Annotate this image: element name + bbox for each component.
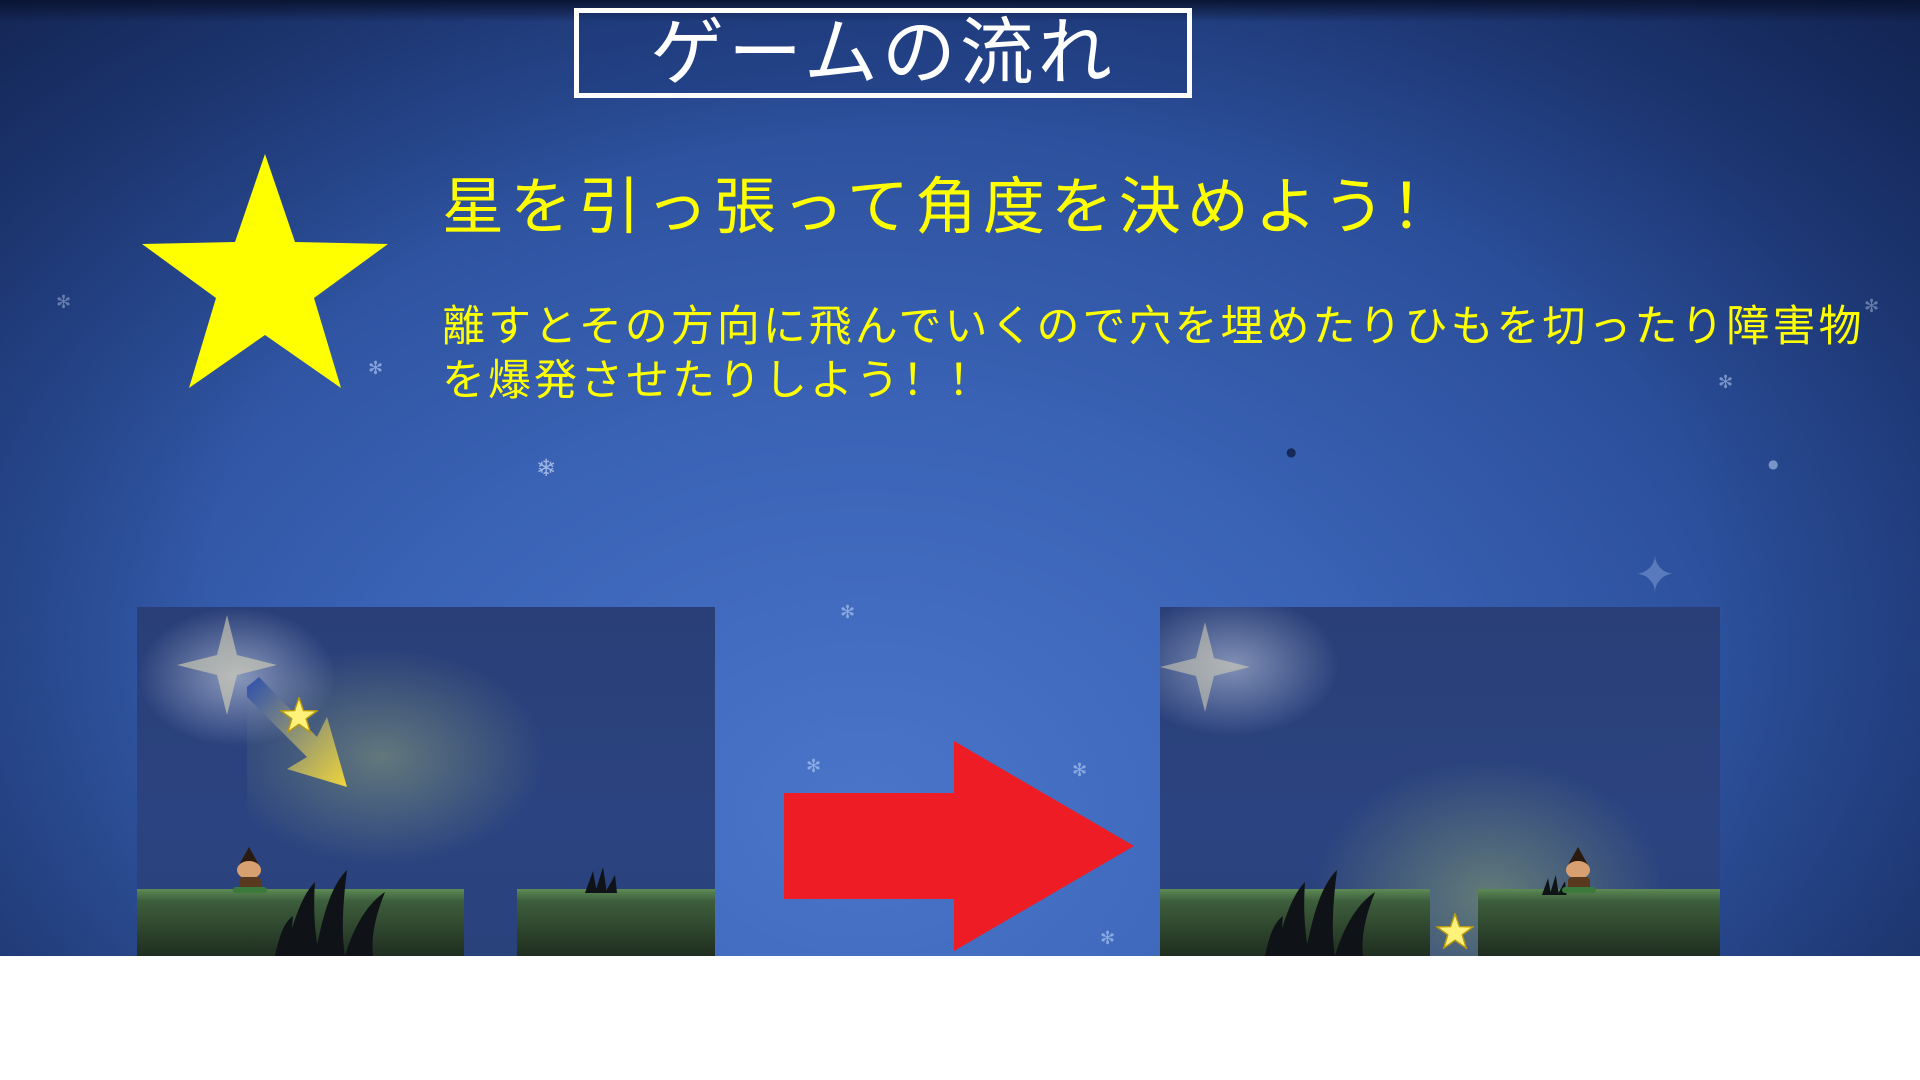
star-icon	[1436, 913, 1474, 949]
grass-silhouette	[1265, 870, 1375, 956]
witch-character	[233, 847, 267, 895]
gameplay-screenshot-before	[137, 607, 715, 956]
instruction-description: 離すとその方向に飛んでいくので穴を埋めたりひもを切ったり障害物を爆発させたりしよ…	[442, 302, 1865, 406]
sparkle-icon: ✦	[1634, 546, 1676, 604]
instruction-heading: 星を引っ張って角度を決めよう！	[442, 170, 1459, 243]
ground-platform	[517, 889, 715, 956]
sparkle-icon: ✻	[840, 602, 856, 623]
gameplay-screenshot-after	[1160, 607, 1720, 956]
ground-platform	[1478, 889, 1720, 956]
sparkle-icon: ✻	[56, 292, 72, 313]
sparkle-icon: ●	[1768, 457, 1779, 471]
sparkle-icon: ❄	[536, 454, 557, 482]
witch-character	[1562, 847, 1596, 895]
grass-silhouette	[585, 867, 617, 893]
star-icon	[142, 154, 388, 388]
title-box: ゲームの流れ	[574, 8, 1192, 98]
page-title: ゲームの流れ	[650, 10, 1116, 96]
slide: ✻ ✻ ❄ ✻ ✻ ✻ ✻ ✻ ✻ ● ● ✦ ゲームの流れ 星を引っ張って角度…	[0, 0, 1920, 956]
star-icon	[280, 697, 318, 733]
sparkle-icon: ●	[1286, 445, 1297, 459]
grass-silhouette	[275, 870, 385, 956]
arrow-right-icon	[784, 741, 1134, 951]
sparkle-icon	[1160, 622, 1250, 712]
